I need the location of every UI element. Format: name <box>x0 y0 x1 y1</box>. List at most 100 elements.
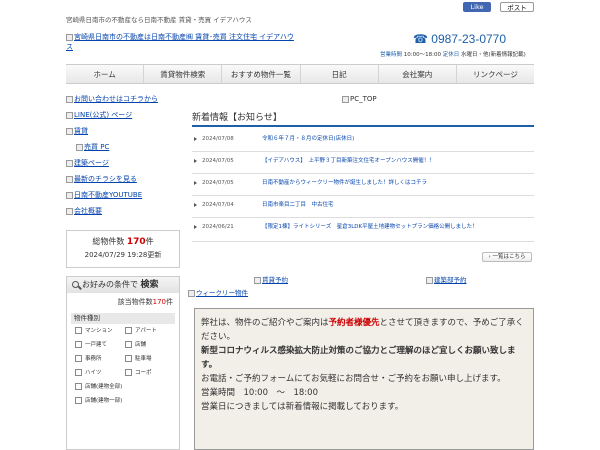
sidebar-link-rental[interactable]: 賃貸 <box>66 127 180 143</box>
news-link[interactable]: 日南不動産からウィークリー物件が誕生しました！詳しくはコチラ <box>262 179 502 187</box>
notice-text: 弊社は、物件のご紹介やご案内は <box>201 318 329 328</box>
news-item: 2024/07/05 日南不動産からウィークリー物件が誕生しました！詳しくはコチ… <box>192 174 534 196</box>
bullet-arrow-icon <box>194 225 197 229</box>
checkbox-box[interactable] <box>125 340 132 348</box>
facebook-like-button[interactable]: Like <box>463 2 491 12</box>
checkbox-corpo[interactable]: コーポ <box>125 368 175 376</box>
phone-number-text: 0987-23-0770 <box>431 32 507 46</box>
checkbox-heights[interactable]: ハイツ <box>75 368 125 376</box>
hit-count-unit: 件 <box>166 298 173 306</box>
nav-item-rental-search[interactable]: 賃貸物件検索 <box>144 65 223 83</box>
broken-image-icon <box>254 276 261 284</box>
checkbox-box[interactable] <box>75 340 82 348</box>
notice-line-covid: 新型コロナウィルス感染拡大防止対策のご協力とご理解のほど宜しくお願い致します。 <box>201 346 516 370</box>
checkbox-box[interactable] <box>75 382 82 390</box>
nav-item-links[interactable]: リンクページ <box>457 65 534 83</box>
news-link[interactable]: 【イデアハウス】 上平野３丁目新築注文住宅オープンハウス開催！！ <box>262 157 502 165</box>
sidebar-link-youtube[interactable]: 日南不動産YOUTUBE <box>66 191 180 207</box>
sidebar-link-line[interactable]: LINE(公式) ページ <box>66 111 180 127</box>
news-item: 2024/07/04 日南市楽目二丁目 中古住宅 <box>192 196 534 218</box>
broken-image-icon <box>66 95 73 103</box>
checkbox-office[interactable]: 事務所 <box>75 354 125 362</box>
checkbox-label: 一戸建て <box>85 342 108 348</box>
checkbox-box[interactable] <box>75 368 82 376</box>
x-post-button[interactable]: ポスト <box>500 2 534 12</box>
sidebar-link-flyer[interactable]: 最新のチラシを見る <box>66 175 180 191</box>
checkbox-label: マンション <box>85 328 113 334</box>
search-hit-count: 該当物件数170件 <box>67 297 179 307</box>
nav-item-recommended[interactable]: おすすめ物件一覧 <box>222 65 301 83</box>
news-link[interactable]: 日南市楽目二丁目 中古住宅 <box>262 201 502 209</box>
news-item: 2024/07/08 令和６年７月・８月の定休日(店休日) <box>192 130 534 152</box>
global-nav: ホーム 賃貸物件検索 おすすめ物件一覧 日記 会社案内 リンクページ <box>66 64 534 84</box>
property-count-value: 170 <box>126 237 146 247</box>
phone-number[interactable]: ☎ 0987-23-0770 <box>413 32 506 46</box>
construction-reservation-banner[interactable]: 建築部予約 <box>426 274 467 284</box>
checkbox-mansion[interactable]: マンション <box>75 326 125 334</box>
checkbox-box[interactable] <box>75 326 82 334</box>
search-heading-bold: 検索 <box>140 280 159 290</box>
checkbox-label: ハイツ <box>85 370 102 376</box>
nav-item-diary[interactable]: 日記 <box>301 65 379 83</box>
sidebar-link-company[interactable]: 会社概要 <box>66 207 180 223</box>
checkbox-apartment[interactable]: アパート <box>125 326 175 334</box>
news-date: 2024/07/04 <box>202 202 234 208</box>
site-logo-link[interactable]: 宮崎県日南市の不動産は日南不動産㈱ 賃貸･売買 注文住宅 イデアハウス <box>66 32 296 52</box>
nav-item-home[interactable]: ホーム <box>66 65 145 83</box>
bullet-arrow-icon <box>194 137 197 141</box>
broken-image-icon <box>66 175 73 183</box>
checkbox-label: アパート <box>135 328 157 334</box>
news-date: 2024/07/05 <box>202 180 234 186</box>
sidebar: お問い合わせはコチラから LINE(公式) ページ 賃貸 売買 PC 建築ページ… <box>66 95 180 223</box>
news-more-button[interactable]: › 一覧はこちら <box>482 252 532 262</box>
weekly-property-banner[interactable]: ウィークリー物件 <box>188 287 248 297</box>
phone-icon: ☎ <box>413 32 428 46</box>
logo-alt-text: 宮崎県日南市の不動産は日南不動産㈱ 賃貸･売買 注文住宅 イデアハウス <box>66 33 294 51</box>
checkbox-box[interactable] <box>125 354 132 362</box>
notice-line-contact: お電話・ご予約フォームにてお気軽にお問合せ・ご予約をお願い申し上げます。 <box>201 374 506 384</box>
broken-image-icon <box>66 191 73 199</box>
checkbox-box[interactable] <box>125 326 132 334</box>
broken-image-icon <box>188 289 195 297</box>
checkbox-parking[interactable]: 駐車場 <box>125 354 175 362</box>
sidebar-link-label: 会社概要 <box>74 207 102 215</box>
pc-top-alt-text: PC_TOP <box>350 95 377 103</box>
checkbox-label: 事務所 <box>85 356 102 362</box>
hit-count-value: 170 <box>152 298 166 306</box>
hit-count-label: 該当物件数 <box>117 298 153 306</box>
property-count-unit: 件 <box>145 237 154 246</box>
broken-image-icon <box>342 95 349 103</box>
checkbox-store-whole-building[interactable]: 店舗(建物全部) <box>75 382 175 390</box>
nav-item-company[interactable]: 会社案内 <box>379 65 457 83</box>
rental-reservation-banner[interactable]: 賃貸予約 <box>254 274 288 284</box>
banner-alt-text: ウィークリー物件 <box>196 289 248 297</box>
news-link[interactable]: 令和６年７月・８月の定休日(店休日) <box>262 135 502 143</box>
sidebar-link-label: LINE(公式) ページ <box>74 111 133 119</box>
search-heading-prefix: お好みの条件で <box>82 280 138 289</box>
bullet-arrow-icon <box>194 181 197 185</box>
sidebar-link-label: 日南不動産YOUTUBE <box>74 191 143 199</box>
sidebar-link-contact[interactable]: お問い合わせはコチラから <box>66 95 180 111</box>
news-link[interactable]: 【限定1棟】ライトシリーズ 星倉3LDK平屋土地建物セットプラン価格公開しました… <box>262 223 502 231</box>
broken-image-icon <box>76 143 83 151</box>
checkbox-box[interactable] <box>125 368 132 376</box>
checkbox-house[interactable]: 一戸建て <box>75 340 125 348</box>
broken-image-icon <box>66 33 73 41</box>
holiday-label: 定休日 <box>442 52 460 58</box>
hours-label: 営業時間 <box>380 52 403 58</box>
news-date: 2024/07/05 <box>202 158 234 164</box>
notice-line-holidays: 営業日につきましては新着情報に掲載しております。 <box>201 402 404 412</box>
sidebar-link-sale[interactable]: 売買 PC <box>66 143 180 159</box>
checkbox-box[interactable] <box>75 396 82 404</box>
checkbox-store-partial-building[interactable]: 店舗(建物一部) <box>75 396 175 404</box>
checkbox-label: コーポ <box>135 370 152 376</box>
holiday-value: 水曜日・他(新着情報記載) <box>460 52 526 58</box>
notice-line-reservation: 弊社は、物件のご紹介やご案内は予約者様優先とさせて頂きますので、予めご了承くださ… <box>201 316 527 344</box>
search-heading: お好みの条件で 検索 <box>67 277 179 293</box>
sidebar-link-label: 売買 PC <box>84 143 110 151</box>
checkbox-box[interactable] <box>75 354 82 362</box>
broken-image-icon <box>66 159 73 167</box>
checkbox-store[interactable]: 店舗 <box>125 340 175 348</box>
site-tagline: 宮崎県日南市の不動産なら日南不動産 賃貸・売買 イデアハウス <box>66 16 252 24</box>
sidebar-link-construction[interactable]: 建築ページ <box>66 159 180 175</box>
